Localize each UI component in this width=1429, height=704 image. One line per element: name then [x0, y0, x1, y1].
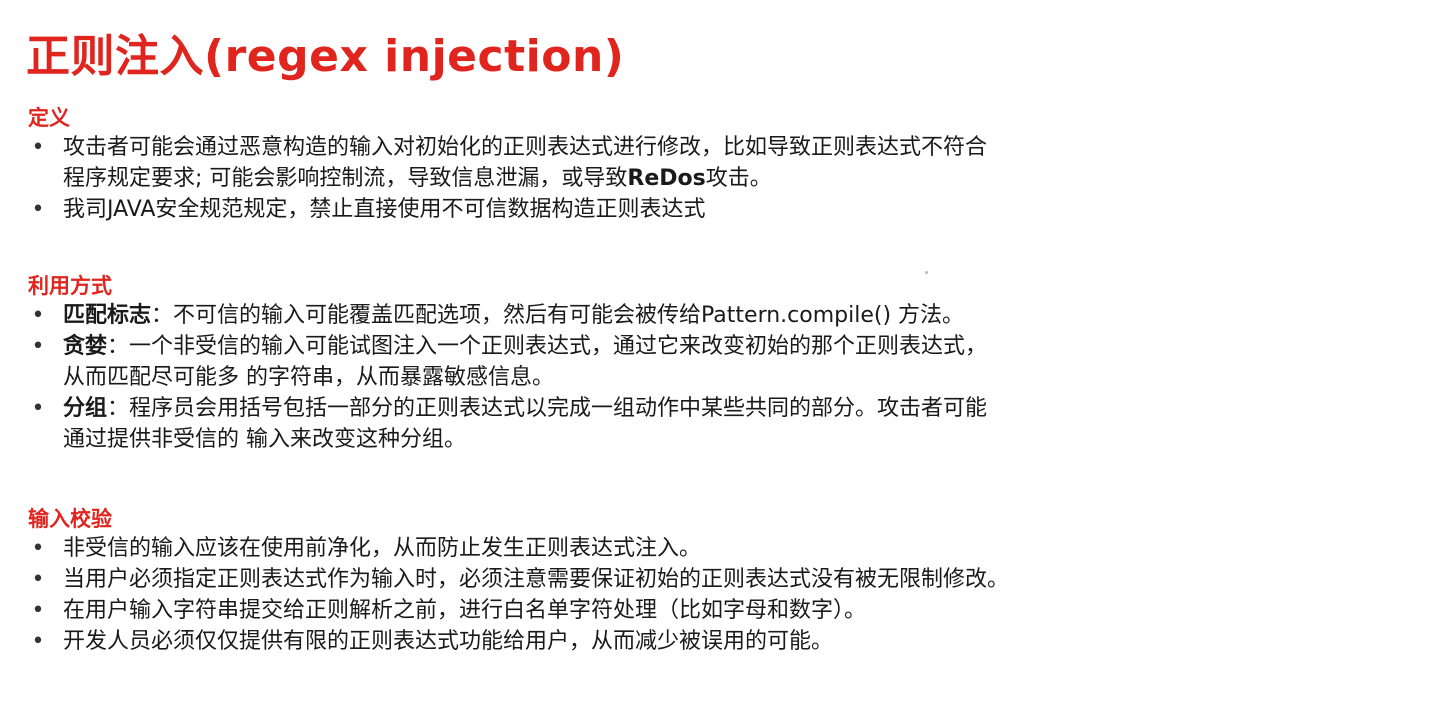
item-text: 不可信的输入可能覆盖匹配选项，然后有可能会被传给Pattern.compile(… — [173, 303, 965, 328]
item-text: 从而匹配尽可能多 的字符串，从而暴露敏感信息。 — [63, 365, 554, 390]
item-text: 当用户必须指定正则表达式作为输入时，必须注意需要保证初始的正则表达式没有被无限制… — [63, 567, 1010, 592]
item-text: 程序员会用括号包括一部分的正则表达式以完成一组动作中某些共同的部分。攻击者可能 — [129, 396, 988, 421]
section-input-validation: 输入校验 • 非受信的输入应该在使用前净化，从而防止发生正则表达式注入。 • 当… — [28, 505, 1263, 657]
item-bold-term: 匹配标志 — [63, 303, 152, 328]
page-title: 正则注入(regex injection) — [26, 31, 625, 82]
list-item: • 攻击者可能会通过恶意构造的输入对初始化的正则表达式进行修改，比如导致正则表达… — [28, 132, 1263, 194]
bullet-icon: • — [31, 334, 45, 359]
bullet-icon: • — [31, 396, 45, 421]
section-exploitation: 利用方式 • 匹配标志：不可信的输入可能覆盖匹配选项，然后有可能会被传给Patt… — [28, 272, 1263, 455]
item-text: 攻击。 — [705, 166, 772, 191]
list-item: • 非受信的输入应该在使用前净化，从而防止发生正则表达式注入。 — [28, 533, 1263, 564]
item-text: 攻击者可能会通过恶意构造的输入对初始化的正则表达式进行修改，比如导致正则表达式不… — [63, 135, 988, 160]
section-heading: 输入校验 — [28, 507, 112, 531]
list-item: • 分组：程序员会用括号包括一部分的正则表达式以完成一组动作中某些共同的部分。攻… — [28, 393, 1263, 455]
item-bold-term: 贪婪 — [63, 334, 108, 359]
section-definition: 定义 • 攻击者可能会通过恶意构造的输入对初始化的正则表达式进行修改，比如导致正… — [28, 104, 1263, 225]
item-bold-term: ReDos — [627, 166, 706, 191]
item-text: 一个非受信的输入可能试图注入一个正则表达式，通过它来改变初始的那个正则表达式， — [129, 334, 988, 359]
list-item: • 开发人员必须仅仅提供有限的正则表达式功能给用户，从而减少被误用的可能。 — [28, 626, 1263, 657]
bullet-icon: • — [31, 135, 45, 160]
list-item: • 匹配标志：不可信的输入可能覆盖匹配选项，然后有可能会被传给Pattern.c… — [28, 300, 1263, 331]
bullet-icon: • — [31, 598, 45, 623]
item-text: 在用户输入字符串提交给正则解析之前，进行白名单字符处理（比如字母和数字）。 — [63, 598, 867, 623]
bullet-list: • 匹配标志：不可信的输入可能覆盖匹配选项，然后有可能会被传给Pattern.c… — [28, 300, 1263, 455]
item-text: 非受信的输入应该在使用前净化，从而防止发生正则表达式注入。 — [63, 536, 702, 561]
item-text: 通过提供非受信的 输入来改变这种分组。 — [63, 427, 466, 452]
list-item: • 当用户必须指定正则表达式作为输入时，必须注意需要保证初始的正则表达式没有被无… — [28, 564, 1263, 595]
item-separator: ： — [151, 303, 174, 328]
slide: 正则注入(regex injection) 定义 • 攻击者可能会通过恶意构造的… — [0, 0, 1429, 704]
bullet-icon: • — [31, 303, 45, 328]
bullet-list: • 攻击者可能会通过恶意构造的输入对初始化的正则表达式进行修改，比如导致正则表达… — [28, 132, 1263, 225]
section-heading: 定义 — [28, 106, 70, 130]
item-text: 程序规定要求; 可能会影响控制流，导致信息泄漏，或导致 — [63, 166, 628, 191]
item-separator: ： — [107, 396, 130, 421]
cursor-speck — [925, 271, 928, 274]
item-text: 我司JAVA安全规范规定，禁止直接使用不可信数据构造正则表达式 — [63, 197, 706, 222]
list-item: • 我司JAVA安全规范规定，禁止直接使用不可信数据构造正则表达式 — [28, 194, 1263, 225]
bullet-icon: • — [31, 567, 45, 592]
section-heading: 利用方式 — [28, 274, 112, 298]
item-text: 开发人员必须仅仅提供有限的正则表达式功能给用户，从而减少被误用的可能。 — [63, 629, 834, 654]
bullet-icon: • — [31, 536, 45, 561]
item-bold-term: 分组 — [63, 396, 108, 421]
bullet-icon: • — [31, 629, 45, 654]
list-item: • 在用户输入字符串提交给正则解析之前，进行白名单字符处理（比如字母和数字）。 — [28, 595, 1263, 626]
list-item: • 贪婪：一个非受信的输入可能试图注入一个正则表达式，通过它来改变初始的那个正则… — [28, 331, 1263, 393]
bullet-list: • 非受信的输入应该在使用前净化，从而防止发生正则表达式注入。 • 当用户必须指… — [28, 533, 1263, 657]
bullet-icon: • — [31, 197, 45, 222]
item-separator: ： — [107, 334, 130, 359]
